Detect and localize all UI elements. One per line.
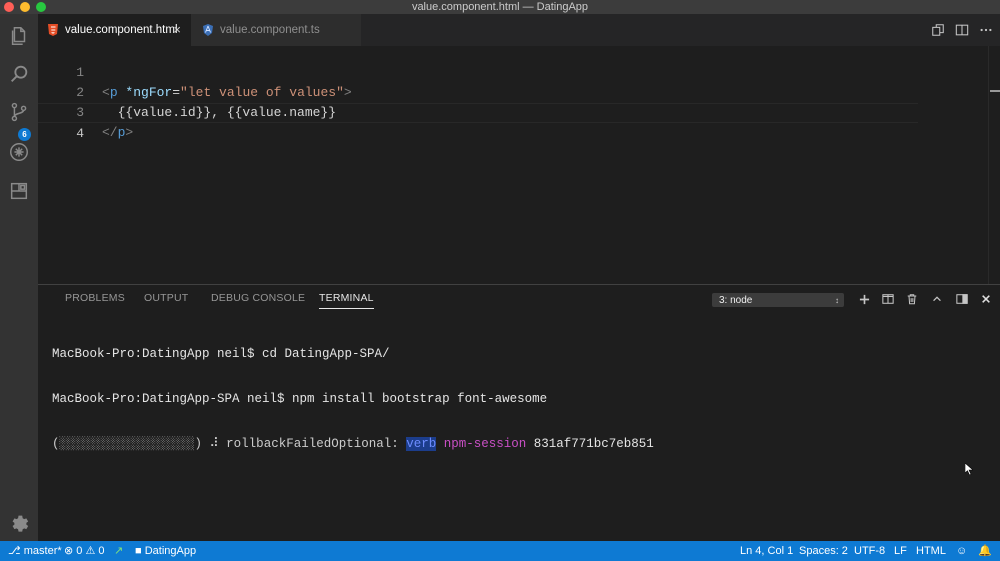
debug-icon[interactable] (7, 140, 31, 164)
terminal-progress-line: (░░░░░░░░░░░░░░░░░░) ⠼ rollbackFailedOpt… (52, 437, 654, 451)
html5-icon (48, 24, 58, 36)
more-actions-icon[interactable] (978, 22, 994, 38)
encoding-status[interactable]: UTF-8 (854, 544, 885, 558)
notifications-bell-icon[interactable]: 🔔 (978, 544, 992, 558)
new-terminal-icon[interactable] (857, 292, 871, 306)
git-branch-icon: ⎇ (8, 545, 21, 557)
tab-label: value.component.html (65, 24, 178, 36)
code-line-current: 4 (38, 103, 918, 141)
angular-icon (203, 24, 213, 36)
split-editor-icon[interactable] (954, 22, 970, 38)
tab-problems[interactable]: PROBLEMS (65, 292, 125, 304)
cursor-position[interactable]: Ln 4, Col 1 (740, 544, 793, 558)
tab-value-component-html[interactable]: value.component.html × (38, 14, 191, 46)
folder-icon: ■ (135, 545, 142, 557)
search-icon[interactable] (7, 62, 31, 86)
tab-label: value.component.ts (220, 24, 320, 36)
tab-debug-console[interactable]: DEBUG CONSOLE (211, 292, 305, 304)
trash-icon[interactable] (905, 292, 919, 306)
editor-actions (930, 22, 994, 38)
extensions-icon[interactable] (7, 179, 31, 203)
status-bar: ⎇ master* ⊗ 0 ⚠ 0 ↗ ■ DatingApp Ln 4, Co… (0, 541, 1000, 561)
terminal-line: MacBook-Pro:DatingApp-SPA neil$ npm inst… (52, 392, 548, 406)
line-number: 4 (76, 126, 84, 141)
terminal-select[interactable]: 3: node ↕ (712, 293, 844, 307)
terminal-select-value: 3: node (719, 295, 753, 306)
panel-tab-bar: PROBLEMS OUTPUT DEBUG CONSOLE TERMINAL 3… (38, 285, 1000, 313)
toggle-panel-position-icon[interactable] (955, 292, 969, 306)
split-terminal-icon[interactable] (881, 292, 895, 306)
open-changes-icon[interactable] (930, 22, 946, 38)
code-text: </p> (102, 125, 134, 140)
eol-status[interactable]: LF (894, 544, 907, 558)
tab-value-component-ts[interactable]: value.component.ts (191, 14, 361, 46)
tab-close-icon[interactable]: × (173, 23, 181, 37)
language-mode[interactable]: HTML (916, 544, 946, 558)
error-icon: ⊗ (64, 545, 74, 557)
chevron-updown-icon: ↕ (835, 296, 839, 305)
code-line: 1 <p *ngFor="let value of values"> (38, 43, 918, 100)
scrollbar-position-marker (990, 90, 1000, 92)
indentation-status[interactable]: Spaces: 2 (799, 544, 848, 558)
terminal-line: MacBook-Pro:DatingApp neil$ cd DatingApp… (52, 347, 390, 361)
activity-bar: 6 (0, 14, 38, 541)
code-editor[interactable]: 1 <p *ngFor="let value of values"> 2 {{v… (38, 46, 1000, 284)
branch-status[interactable]: ⎇ master* (8, 544, 62, 558)
mouse-pointer-icon (965, 463, 973, 475)
terminal-output[interactable]: MacBook-Pro:DatingApp neil$ cd DatingApp… (52, 317, 654, 482)
editor-tab-bar: value.component.html × value.component.t… (38, 14, 1000, 46)
close-panel-icon[interactable] (979, 292, 993, 306)
code-line: 2 {{value.id}}, {{value.name}} (38, 63, 918, 120)
window-title: value.component.html — DatingApp (411, 1, 589, 13)
problems-status[interactable]: ⊗ 0 ⚠ 0 (64, 544, 105, 558)
editor-scrollbar[interactable] (988, 46, 1000, 284)
explorer-icon[interactable] (7, 24, 31, 48)
bottom-panel: PROBLEMS OUTPUT DEBUG CONSOLE TERMINAL 3… (38, 284, 1000, 541)
tab-output[interactable]: OUTPUT (144, 292, 188, 304)
warning-icon: ⚠ (85, 545, 96, 557)
title-bar: value.component.html — DatingApp (0, 0, 1000, 14)
settings-gear-icon[interactable] (7, 510, 31, 534)
live-share-icon[interactable]: ↗ (114, 544, 123, 558)
code-line: 3 </p> (38, 83, 918, 140)
chevron-up-icon[interactable] (930, 292, 944, 306)
tab-terminal[interactable]: TERMINAL (319, 292, 374, 309)
source-control-icon[interactable] (7, 100, 31, 124)
folder-status[interactable]: ■ DatingApp (135, 544, 196, 558)
feedback-smiley-icon[interactable]: ☺ (956, 544, 967, 558)
